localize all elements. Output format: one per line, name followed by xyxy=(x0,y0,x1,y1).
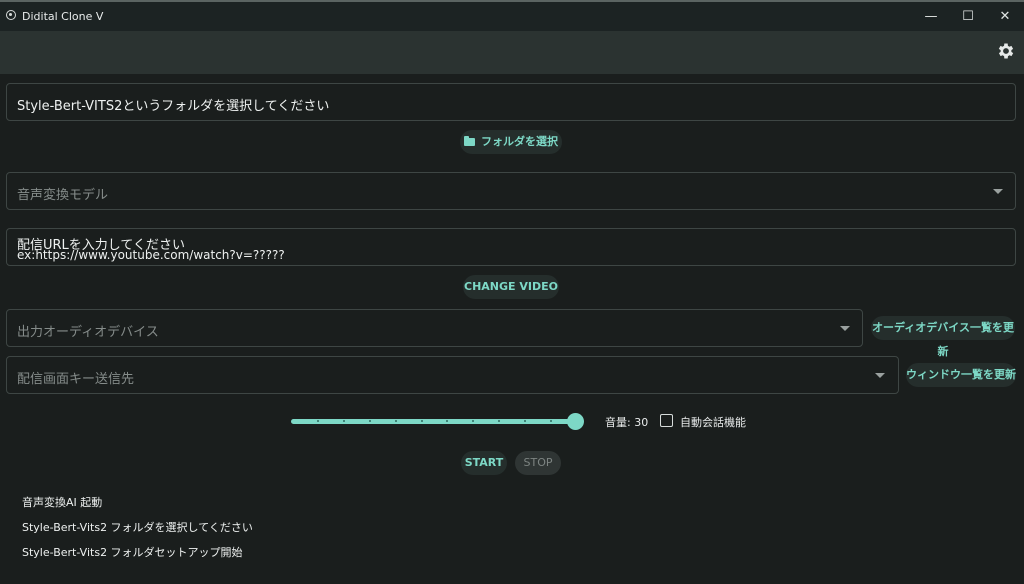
volume-slider-thumb[interactable] xyxy=(567,413,584,430)
folder-path-text: Style-Bert-VITS2というフォルダを選択してください xyxy=(17,99,330,114)
slider-tick xyxy=(524,420,527,422)
select-folder-label: フォルダを選択 xyxy=(481,135,558,148)
slider-tick xyxy=(342,420,345,422)
auto-conversation-checkbox[interactable] xyxy=(660,414,673,427)
slider-tick xyxy=(316,420,319,422)
refresh-audio-devices-button[interactable]: オーディオデバイス一覧を更新 xyxy=(871,316,1015,358)
close-button[interactable]: ✕ xyxy=(988,6,1022,28)
slider-tick xyxy=(472,420,475,422)
slider-tick xyxy=(550,420,553,422)
title-bar: Didital Clone V — ☐ ✕ xyxy=(0,0,1024,31)
voice-model-placeholder: 音声変換モデル xyxy=(17,188,109,203)
slider-tick xyxy=(368,420,371,422)
slider-tick xyxy=(446,420,449,422)
chevron-down-icon xyxy=(840,326,850,331)
app-bar xyxy=(0,31,1024,74)
volume-slider-track[interactable] xyxy=(291,419,576,424)
voice-model-select[interactable]: 音声変換モデル xyxy=(6,172,1016,210)
key-target-select[interactable]: 配信画面キー送信先 xyxy=(6,356,899,394)
slider-tick xyxy=(498,420,501,422)
log-line: Style-Bert-Vits2 フォルダセットアップ開始 xyxy=(22,546,243,559)
refresh-windows-button[interactable]: ウィンドウ一覧を更新 xyxy=(906,363,1016,387)
stream-url-placeholder: ex:https://www.youtube.com/watch?v=????? xyxy=(17,248,285,262)
audio-device-select[interactable]: 出力オーディオデバイス xyxy=(6,309,863,347)
maximize-button[interactable]: ☐ xyxy=(951,6,985,28)
slider-tick xyxy=(420,420,423,422)
change-video-button[interactable]: CHANGE VIDEO xyxy=(463,275,559,299)
audio-device-placeholder: 出力オーディオデバイス xyxy=(17,325,159,340)
stop-button[interactable]: STOP xyxy=(515,451,561,475)
start-button[interactable]: START xyxy=(461,451,507,475)
app-icon xyxy=(6,10,16,20)
chevron-down-icon xyxy=(993,189,1003,194)
auto-conversation-label: 自動会話機能 xyxy=(680,416,746,429)
stream-url-input[interactable]: 配信URLを入力してください ex:https://www.youtube.co… xyxy=(6,228,1016,266)
log-line: 音声変換AI 起動 xyxy=(22,496,103,509)
log-line: Style-Bert-Vits2 フォルダを選択してください xyxy=(22,521,253,534)
gear-icon[interactable] xyxy=(996,41,1016,61)
folder-path-field[interactable]: Style-Bert-VITS2というフォルダを選択してください xyxy=(6,83,1016,121)
slider-tick xyxy=(394,420,397,422)
chevron-down-icon xyxy=(875,373,885,378)
select-folder-button[interactable]: フォルダを選択 xyxy=(460,130,562,154)
folder-icon xyxy=(464,136,475,146)
minimize-button[interactable]: — xyxy=(914,6,948,28)
window-title: Didital Clone V xyxy=(22,10,104,23)
key-target-placeholder: 配信画面キー送信先 xyxy=(17,372,135,387)
volume-label: 音量: 30 xyxy=(605,416,649,429)
